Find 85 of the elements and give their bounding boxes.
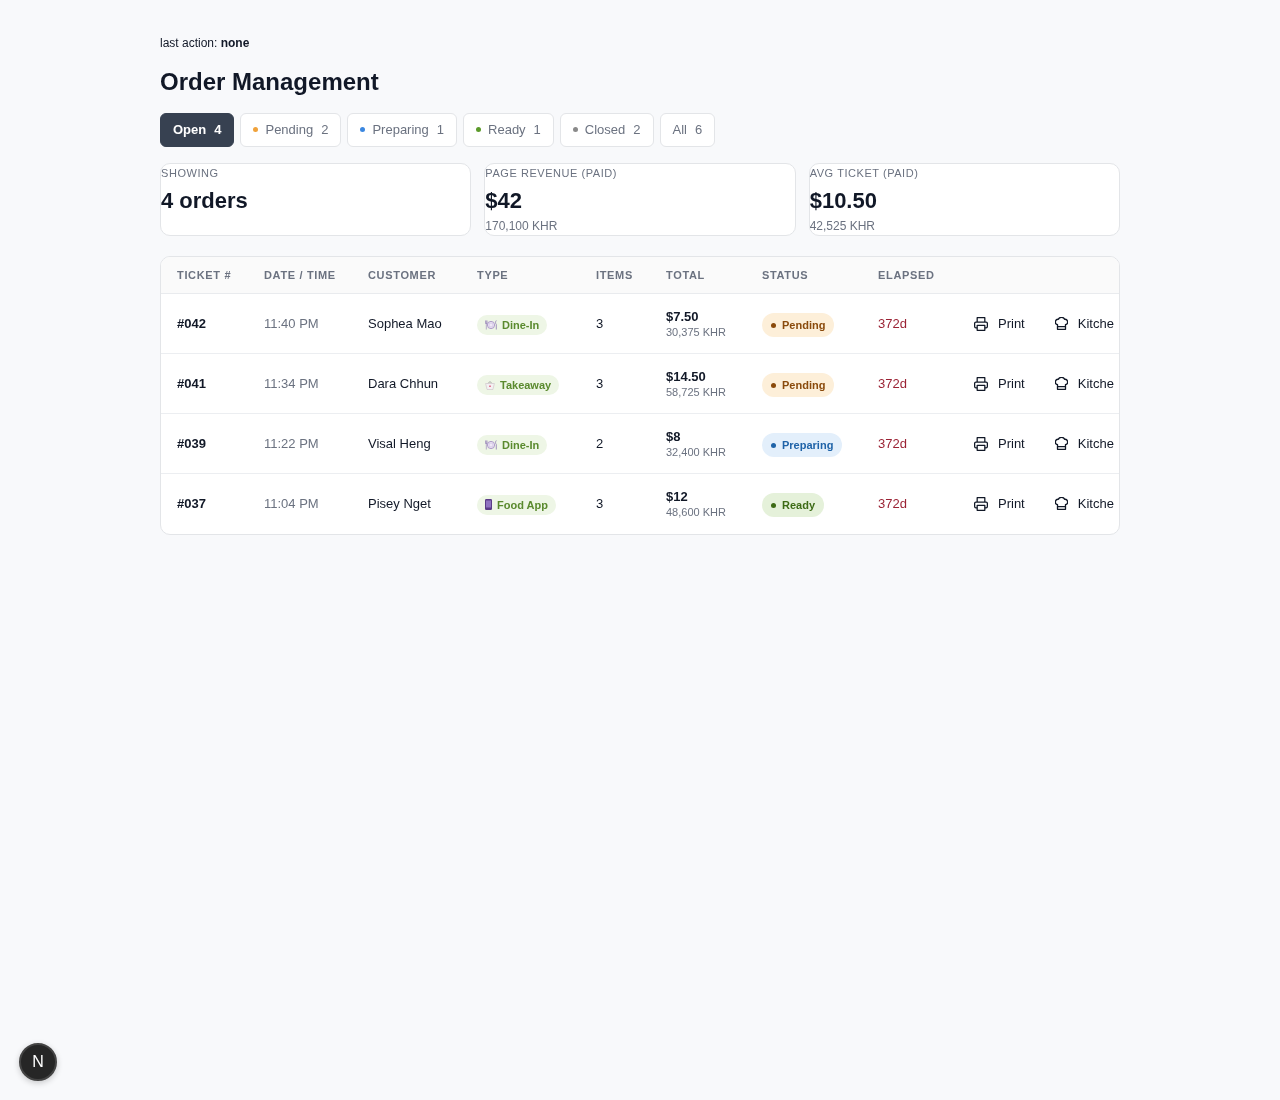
status-dot-icon: [771, 382, 776, 388]
order-type-text: Dine-In: [502, 317, 540, 333]
order-time: 11:22 PM: [264, 413, 368, 474]
customer-name: Pisey Nget: [368, 473, 477, 534]
status-dot-icon: [771, 442, 776, 448]
filter-tab[interactable]: Pending 2: [240, 112, 342, 147]
filter-tab[interactable]: Open 4: [160, 112, 235, 147]
total-riel: 48,600 KHR: [666, 504, 726, 519]
printer-icon: [974, 436, 988, 451]
print-button[interactable]: Print: [974, 373, 1025, 394]
order-time: 11:04 PM: [264, 473, 368, 534]
filter-tab[interactable]: All 6: [659, 112, 716, 147]
column-header: TYPE: [477, 256, 596, 294]
order-type-text: Dine-In: [502, 437, 540, 453]
customer-name: Dara Chhun: [368, 353, 477, 414]
column-header: TICKET #: [161, 256, 264, 294]
filter-tab[interactable]: Preparing 1: [347, 112, 458, 147]
takeout-box-icon: [485, 379, 495, 390]
stat-label: SHOWING: [161, 165, 219, 180]
chef-hat-icon: [1054, 317, 1068, 330]
dev-tools-button[interactable]: N: [19, 1043, 57, 1081]
stat-value: $10.50: [809, 187, 877, 214]
total-amount: $12: [666, 488, 688, 505]
customer-name: Sophea Mao: [368, 293, 477, 354]
elapsed-time: 372d: [878, 353, 974, 414]
plate-cutlery-icon: [485, 319, 497, 330]
phone-icon: [485, 499, 492, 511]
column-header: DATE / TIME: [264, 256, 368, 294]
print-button[interactable]: Print: [974, 433, 1025, 454]
item-count: 3: [596, 473, 666, 534]
item-count: 3: [596, 293, 666, 354]
printer-icon: [974, 316, 988, 331]
kitchen-button[interactable]: Kitche: [1054, 373, 1114, 394]
stat-label: PAGE REVENUE (PAID): [485, 165, 617, 180]
kitchen-button[interactable]: Kitche: [1054, 313, 1114, 334]
filter-tab[interactable]: Ready 1: [463, 112, 554, 147]
total-riel: 32,400 KHR: [666, 444, 726, 459]
order-time: 11:40 PM: [264, 293, 368, 354]
print-button[interactable]: Print: [974, 313, 1025, 334]
stat-label: AVG TICKET (PAID): [809, 165, 919, 180]
status-text: Pending: [782, 317, 826, 333]
ticket-number: #037: [161, 473, 264, 534]
status-text: Ready: [782, 498, 816, 513]
order-time: 11:34 PM: [264, 353, 368, 414]
column-header: ITEMS: [596, 256, 666, 294]
stat-subtext: 170,100 KHR: [485, 218, 558, 234]
ticket-number: #041: [161, 353, 264, 414]
ticket-number: #039: [161, 413, 264, 474]
elapsed-time: 372d: [878, 293, 974, 354]
last-action-text: last action: none: [160, 36, 250, 51]
print-button[interactable]: Print: [974, 494, 1025, 514]
item-count: 2: [596, 413, 666, 474]
total-riel: 30,375 KHR: [666, 324, 726, 339]
elapsed-time: 372d: [878, 473, 974, 534]
status-dot-icon: [771, 502, 776, 508]
status-text: Pending: [782, 377, 826, 393]
order-type-text: Food App: [497, 497, 548, 513]
plate-cutlery-icon: [485, 439, 497, 450]
kitchen-button[interactable]: Kitche: [1054, 433, 1114, 454]
filter-tab[interactable]: Closed 2: [559, 112, 654, 147]
elapsed-time: 372d: [878, 413, 974, 474]
status-text: Preparing: [782, 437, 834, 453]
stat-value: 4 orders: [161, 187, 248, 214]
chef-hat-icon: [1054, 497, 1068, 511]
total-riel: 58,725 KHR: [666, 384, 726, 399]
customer-name: Visal Heng: [368, 413, 477, 474]
printer-icon: [974, 496, 988, 511]
column-header: ELAPSED: [878, 256, 974, 294]
column-header: TOTAL: [666, 256, 762, 294]
stat-value: $42: [485, 187, 523, 214]
status-dot-icon: [771, 322, 776, 328]
column-header: CUSTOMER: [368, 256, 477, 294]
total-amount: $8: [666, 428, 681, 445]
chef-hat-icon: [1054, 377, 1068, 390]
chef-hat-icon: [1054, 437, 1068, 450]
total-amount: $14.50: [666, 368, 706, 385]
ticket-number: #042: [161, 293, 264, 354]
kitchen-button[interactable]: Kitche: [1054, 494, 1114, 514]
order-type-text: Takeaway: [500, 377, 552, 393]
printer-icon: [974, 376, 988, 391]
item-count: 3: [596, 353, 666, 414]
stat-subtext: 42,525 KHR: [809, 218, 876, 234]
column-header: STATUS: [762, 256, 878, 294]
page-title: Order Management: [160, 66, 379, 97]
total-amount: $7.50: [666, 308, 699, 325]
